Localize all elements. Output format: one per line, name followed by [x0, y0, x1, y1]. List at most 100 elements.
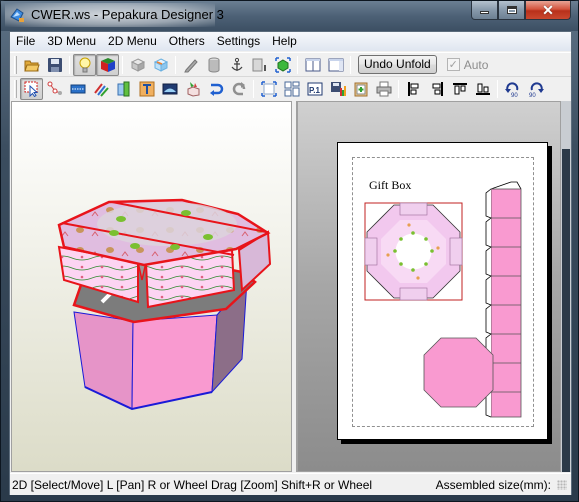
title-bar[interactable]: CWER.ws - Pepakura Designer 3 ✕ — [1, 1, 578, 31]
flap-icon — [117, 81, 129, 96]
toolbar-separator — [350, 55, 351, 74]
status-right: Assembled size(mm): — [436, 478, 567, 492]
clipboard-button[interactable] — [349, 78, 372, 100]
color-cube-icon — [100, 57, 115, 72]
rotate-arrow-icon — [232, 81, 245, 95]
split-view-icon — [305, 58, 320, 71]
minimize-button[interactable] — [471, 1, 498, 20]
maximize-button[interactable] — [498, 1, 525, 20]
client-area: File 3D Menu 2D Menu Others Settings Hel… — [9, 31, 572, 495]
toolbar-grip[interactable] — [14, 79, 17, 98]
cylinder-button[interactable] — [202, 54, 225, 76]
base-octagon-part[interactable] — [423, 337, 494, 408]
align-bottom-icon — [475, 83, 490, 95]
maximize-icon — [506, 6, 517, 14]
clipboard-icon — [354, 82, 367, 96]
toolbar-separator — [69, 55, 70, 74]
print-button[interactable] — [372, 78, 395, 100]
fit-page-icon — [260, 80, 277, 97]
3d-view[interactable] — [11, 101, 291, 472]
align-left-icon — [407, 81, 418, 96]
rotate-arrow-button[interactable] — [227, 78, 250, 100]
save-button[interactable] — [43, 54, 66, 76]
join-edge-icon — [47, 81, 62, 95]
split-view-button[interactable] — [301, 54, 324, 76]
menu-settings[interactable]: Settings — [211, 32, 266, 51]
menu-3d[interactable]: 3D Menu — [41, 32, 102, 51]
anchor-button[interactable] — [225, 54, 248, 76]
print-icon — [376, 81, 391, 96]
select-move-icon — [24, 81, 38, 97]
app-window: CWER.ws - Pepakura Designer 3 ✕ File 3D … — [0, 0, 579, 502]
close-button[interactable]: ✕ — [525, 1, 571, 20]
align-top-button[interactable] — [448, 78, 471, 100]
lightbulb-icon — [79, 57, 90, 72]
align-bottom-button[interactable] — [471, 78, 494, 100]
toolbar-separator — [122, 55, 123, 74]
pencil-button[interactable] — [179, 54, 202, 76]
align-right-icon — [432, 81, 443, 96]
scrollbar-thumb[interactable] — [562, 149, 570, 472]
2d-toolbar: P.1 90 90 — [10, 76, 571, 100]
pencil-icon — [183, 58, 198, 72]
single-view-icon — [328, 58, 343, 71]
image-button[interactable] — [158, 78, 181, 100]
add-part-button[interactable] — [181, 78, 204, 100]
texture-toggle[interactable] — [96, 53, 119, 76]
select-3d-button[interactable] — [271, 54, 294, 76]
2d-view[interactable]: Gift Box — [297, 101, 561, 472]
redo-arrow-button[interactable] — [204, 78, 227, 100]
menu-others[interactable]: Others — [163, 32, 211, 51]
fold-line-button[interactable] — [66, 78, 89, 100]
minimize-icon — [480, 11, 489, 14]
export-icon — [330, 81, 346, 96]
vertical-scrollbar[interactable] — [561, 101, 571, 472]
open-button[interactable] — [20, 54, 43, 76]
align-right-button[interactable] — [425, 78, 448, 100]
undo-unfold-button[interactable]: Undo Unfold — [358, 55, 437, 74]
toolbar-grip[interactable] — [14, 55, 17, 74]
green-cube-select-icon — [274, 56, 291, 73]
fit-page-button[interactable] — [257, 78, 280, 100]
edit-color-button[interactable] — [89, 78, 112, 100]
anchor-icon — [231, 57, 242, 71]
panel-icon — [252, 58, 266, 71]
box-icon — [130, 57, 145, 72]
fold-line-icon — [70, 84, 85, 93]
3d-model[interactable] — [12, 102, 292, 473]
flap-button[interactable] — [112, 78, 135, 100]
arrange-parts-button[interactable] — [280, 78, 303, 100]
menu-2d[interactable]: 2D Menu — [102, 32, 163, 51]
toolbar-separator — [253, 79, 254, 98]
join-edge-button[interactable] — [43, 78, 66, 100]
box-button[interactable] — [126, 54, 149, 76]
box-edge-icon — [153, 57, 168, 72]
image-icon — [162, 83, 177, 94]
rotate-cw-90-button[interactable]: 90 — [524, 78, 547, 100]
export-button[interactable] — [326, 78, 349, 100]
open-icon — [23, 60, 40, 71]
assembled-size-label: Assembled size(mm): — [435, 477, 551, 492]
auto-checkbox-box[interactable]: ✓ — [446, 58, 460, 71]
lighting-toggle[interactable] — [73, 53, 96, 76]
align-left-button[interactable] — [402, 78, 425, 100]
close-icon: ✕ — [542, 2, 554, 18]
add-part-icon — [187, 81, 199, 97]
edge-box-button[interactable] — [149, 54, 172, 76]
auto-checkbox[interactable]: ✓ Auto — [446, 58, 488, 72]
resize-grip-icon[interactable] — [557, 479, 567, 490]
single-view-button[interactable] — [324, 54, 347, 76]
rotate-ccw-90-icon: 90 — [504, 81, 518, 97]
text-button[interactable] — [135, 78, 158, 100]
redo-arrow-icon — [209, 83, 223, 96]
menu-file[interactable]: File — [10, 32, 41, 51]
select-move-button[interactable] — [20, 77, 43, 100]
panel-button[interactable] — [248, 54, 271, 76]
rotate-ccw-90-button[interactable]: 90 — [501, 78, 524, 100]
menu-help[interactable]: Help — [266, 32, 303, 51]
arrange-parts-icon — [284, 81, 299, 96]
svg-text:90: 90 — [511, 93, 518, 97]
cylinder-icon — [208, 57, 219, 72]
lid-part[interactable] — [364, 202, 463, 301]
page-number-button[interactable]: P.1 — [303, 78, 326, 100]
